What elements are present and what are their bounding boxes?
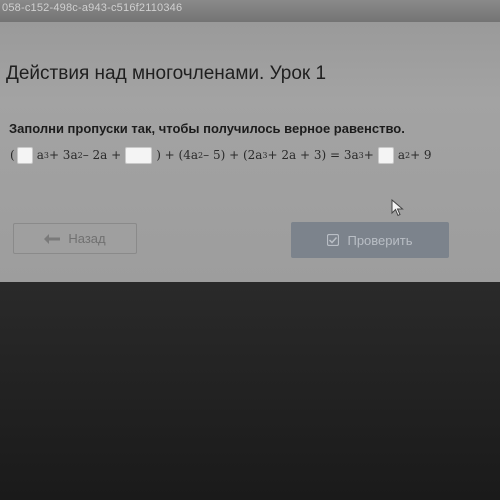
check-button-label: Проверить bbox=[347, 232, 413, 248]
eq-term-a: a bbox=[36, 148, 44, 162]
dark-surround bbox=[0, 282, 500, 500]
back-button-label: Назад bbox=[68, 231, 106, 246]
eq-term: + bbox=[363, 148, 374, 162]
mouse-pointer-icon bbox=[391, 198, 405, 222]
blank-input-1[interactable] bbox=[16, 146, 33, 164]
eq-open-paren: ( bbox=[10, 148, 15, 162]
eq-term-a: a bbox=[397, 148, 405, 162]
tab-id-text: 058-c152-498c-a943-c516f2110346 bbox=[2, 2, 183, 14]
back-button[interactable]: Назад bbox=[13, 223, 137, 254]
task-instruction: Заполни пропуски так, чтобы получилось в… bbox=[9, 121, 405, 136]
eq-term: – 5) + (2a bbox=[203, 148, 263, 162]
blank-input-3[interactable] bbox=[377, 146, 394, 164]
browser-tab-bar: 058-c152-498c-a943-c516f2110346 bbox=[0, 0, 500, 23]
eq-term: ) + (4a bbox=[156, 148, 199, 162]
checkbox-icon bbox=[327, 234, 340, 246]
eq-term: + 3a bbox=[48, 148, 78, 162]
equation: ( a3 + 3a 2 – 2a + ) + (4a 2 – 5) + (2a 3 +… bbox=[10, 144, 432, 166]
lesson-title: Действия над многочленами. Урок 1 bbox=[6, 63, 327, 84]
eq-term: + 9 bbox=[410, 148, 432, 162]
photo-frame: 058-c152-498c-a943-c516f2110346 Действия… bbox=[0, 0, 500, 500]
blank-input-2[interactable] bbox=[125, 146, 153, 164]
arrow-left-icon bbox=[44, 233, 61, 244]
eq-term: – 2a + bbox=[82, 148, 122, 162]
check-button[interactable]: Проверить bbox=[291, 222, 449, 258]
eq-term: + 2a + 3) = 3a bbox=[267, 148, 359, 162]
